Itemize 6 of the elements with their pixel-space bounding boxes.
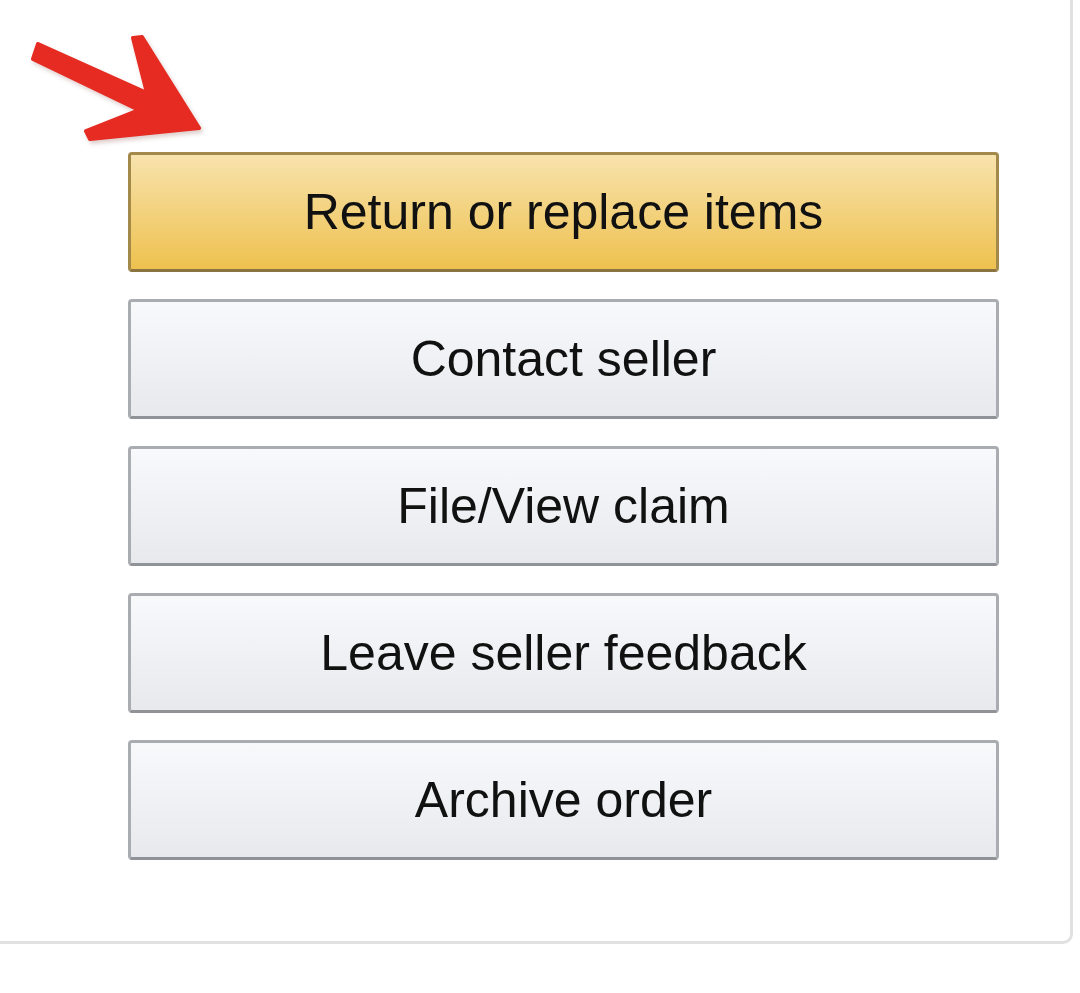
action-button[interactable]: Return or replace items xyxy=(128,152,999,272)
arrow-icon xyxy=(30,34,202,142)
action-button[interactable]: Archive order xyxy=(128,740,999,860)
action-button[interactable]: File/View claim xyxy=(128,446,999,566)
action-button[interactable]: Contact seller xyxy=(128,299,999,419)
action-button[interactable]: Leave seller feedback xyxy=(128,593,999,713)
